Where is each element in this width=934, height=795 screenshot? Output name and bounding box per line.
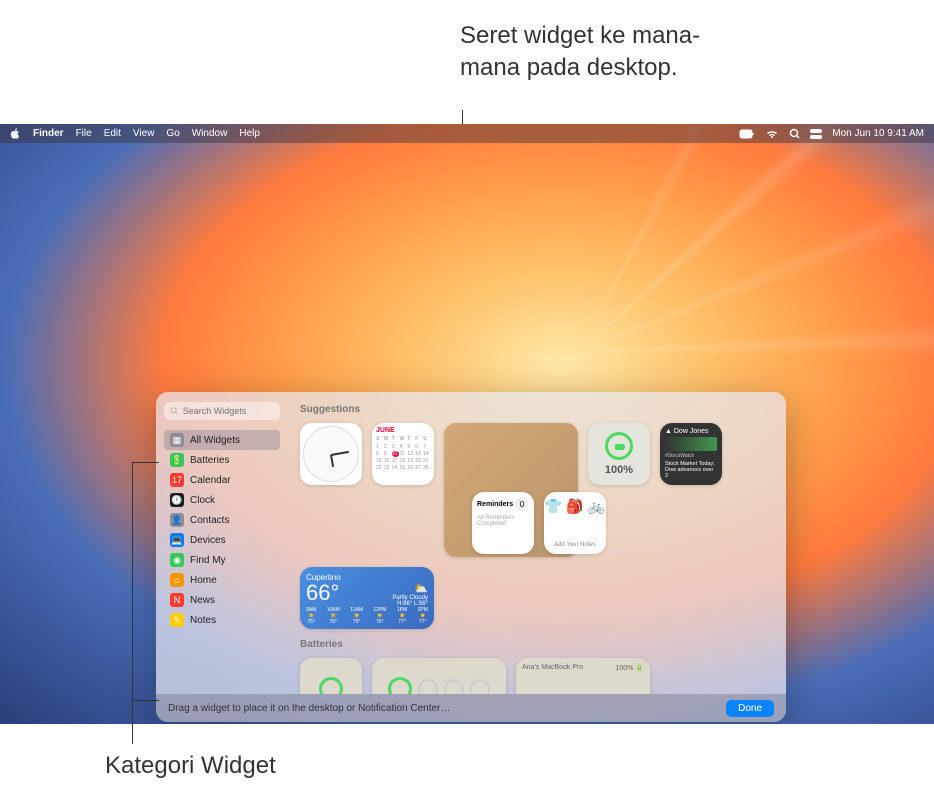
notes-widget[interactable]: 👕🎒🚲 Add Your Notes <box>544 492 606 554</box>
widget-gallery-window: ▦ All Widgets 🔋 Batteries 17 Calendar 🕐 Clock 👤 C… <box>156 392 786 722</box>
category-label: Devices <box>190 535 226 546</box>
category-icon: N <box>170 593 184 607</box>
battery-ring-icon <box>319 677 343 694</box>
reminders-title: Reminders <box>477 501 513 508</box>
menubar-app-name[interactable]: Finder <box>33 128 64 139</box>
menu-edit[interactable]: Edit <box>104 128 121 139</box>
category-icon: 17 <box>170 473 184 487</box>
menu-help[interactable]: Help <box>239 128 260 139</box>
calendar-widget[interactable]: JUNE SMTWTFS 123456789101112131415161718… <box>372 423 434 485</box>
sidebar-category-notes[interactable]: ✎ Notes <box>164 610 280 630</box>
category-icon: 💻 <box>170 533 184 547</box>
gallery-footer: Drag a widget to place it on the desktop… <box>156 694 786 722</box>
stock-headline: Stock Market Today: Dow advances over 2 <box>665 461 717 479</box>
footer-hint: Drag a widget to place it on the desktop… <box>168 703 450 714</box>
category-label: News <box>190 595 215 606</box>
category-icon: 👤 <box>170 513 184 527</box>
reminders-widget[interactable]: Reminders 0 All Reminders Completed <box>472 492 534 554</box>
category-icon: ▦ <box>170 433 184 447</box>
category-icon: ⌂ <box>170 573 184 587</box>
desktop-wallpaper: Finder File Edit View Go Window Help Mon… <box>0 124 934 724</box>
leader-line <box>132 462 159 463</box>
search-icon[interactable] <box>789 128 800 139</box>
battery-percentage: 100% <box>605 464 633 476</box>
stock-chart-icon <box>665 437 717 451</box>
annotation-drag-widget: Seret widget ke mana-mana pada desktop. <box>460 20 720 85</box>
battery-status-icon[interactable] <box>739 129 755 139</box>
battery-widget-small[interactable] <box>300 658 362 694</box>
menu-go[interactable]: Go <box>166 128 179 139</box>
menu-file[interactable]: File <box>76 128 92 139</box>
reminders-count: 0 <box>515 497 529 511</box>
sidebar-category-find-my[interactable]: ◉ Find My <box>164 550 280 570</box>
category-label: Clock <box>190 495 215 506</box>
weather-temp: 66° <box>306 582 339 604</box>
sidebar-category-clock[interactable]: 🕐 Clock <box>164 490 280 510</box>
leader-line <box>132 462 133 744</box>
sidebar-category-news[interactable]: N News <box>164 590 280 610</box>
search-field[interactable] <box>164 402 280 420</box>
sidebar-category-devices[interactable]: 💻 Devices <box>164 530 280 550</box>
calendar-month: JUNE <box>376 427 430 434</box>
sidebar-category-home[interactable]: ⌂ Home <box>164 570 280 590</box>
section-suggestions-title: Suggestions <box>300 404 774 415</box>
menubar: Finder File Edit View Go Window Help Mon… <box>0 124 934 143</box>
widget-main-area: Suggestions JUNE SMTWTFS 123456789101112… <box>288 392 786 694</box>
clock-widget[interactable] <box>300 423 362 485</box>
search-input[interactable] <box>183 406 274 416</box>
category-label: All Widgets <box>190 435 240 446</box>
category-label: Home <box>190 575 217 586</box>
category-icon: ◉ <box>170 553 184 567</box>
category-label: Notes <box>190 615 216 626</box>
apple-logo-icon[interactable] <box>10 128 21 139</box>
category-icon: 🕐 <box>170 493 184 507</box>
notes-icons: 👕🎒🚲 <box>545 498 605 515</box>
category-icon: ✎ <box>170 613 184 627</box>
leader-line <box>132 700 159 701</box>
done-button[interactable]: Done <box>726 700 774 717</box>
sidebar-category-batteries[interactable]: 🔋 Batteries <box>164 450 280 470</box>
battery-ring-icon <box>605 432 633 460</box>
weather-widget[interactable]: Cupertino 66° ⛅ Partly Cloudy H:66° L:56… <box>300 567 434 629</box>
category-icon: 🔋 <box>170 453 184 467</box>
battery-ring-icon <box>388 677 412 694</box>
control-center-icon[interactable] <box>810 129 822 139</box>
sidebar-category-calendar[interactable]: 17 Calendar <box>164 470 280 490</box>
battery-widget[interactable]: 100% <box>588 423 650 485</box>
wifi-icon[interactable] <box>765 129 779 139</box>
search-icon <box>170 406 179 416</box>
widget-sidebar: ▦ All Widgets 🔋 Batteries 17 Calendar 🕐 Clock 👤 C… <box>156 392 288 694</box>
clock-face-icon <box>303 426 359 482</box>
menu-view[interactable]: View <box>133 128 155 139</box>
stock-symbol: ▲ Dow Jones <box>665 428 717 435</box>
menu-window[interactable]: Window <box>192 128 228 139</box>
category-label: Contacts <box>190 515 229 526</box>
category-label: Batteries <box>190 455 229 466</box>
stocks-widget[interactable]: ▲ Dow Jones #StockWatch Stock Market Tod… <box>660 423 722 485</box>
section-batteries-title: Batteries <box>300 639 774 650</box>
notes-label: Add Your Notes <box>554 542 596 548</box>
reminders-subtitle: All Reminders Completed <box>477 515 529 527</box>
sidebar-category-all-widgets[interactable]: ▦ All Widgets <box>164 430 280 450</box>
sidebar-category-contacts[interactable]: 👤 Contacts <box>164 510 280 530</box>
category-label: Calendar <box>190 475 231 486</box>
menubar-datetime[interactable]: Mon Jun 10 9:41 AM <box>832 128 924 139</box>
battery-widget-large[interactable]: Ana's MacBook Pro100% 🔋 <box>516 658 650 694</box>
annotation-widget-categories: Kategori Widget <box>105 750 276 782</box>
battery-widget-medium[interactable] <box>372 658 506 694</box>
category-label: Find My <box>190 555 226 566</box>
stock-watch-label: #StockWatch <box>665 453 717 459</box>
